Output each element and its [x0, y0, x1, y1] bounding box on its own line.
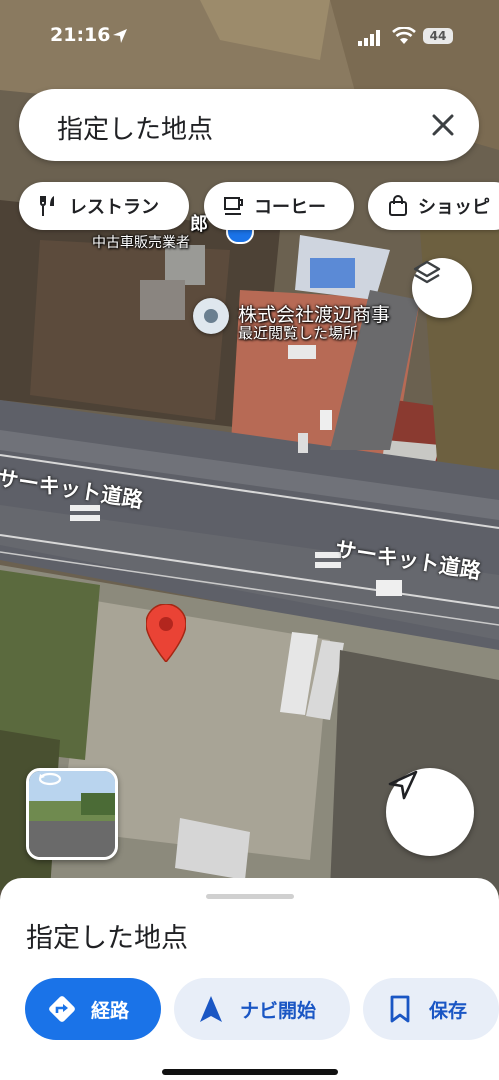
home-indicator	[162, 1069, 338, 1075]
shopping-bag-icon	[389, 195, 407, 216]
chip-shopping[interactable]: ショッピ	[368, 182, 499, 230]
navigation-icon	[200, 996, 222, 1022]
route-button[interactable]: 経路	[25, 978, 161, 1040]
save-button[interactable]: 保存	[363, 978, 499, 1040]
place-sub-label: 最近閲覧した場所	[238, 324, 359, 342]
my-location-button[interactable]	[386, 768, 474, 856]
wifi-icon	[392, 27, 416, 44]
layers-icon	[413, 260, 441, 284]
location-arrow-icon	[113, 29, 127, 43]
layers-button[interactable]	[412, 258, 472, 318]
bottom-sheet[interactable]: 指定した地点 経路 ナビ開始 保存	[0, 878, 499, 1080]
chip-restaurant-label: レストラン	[69, 197, 159, 218]
directions-icon	[49, 996, 75, 1022]
coffee-icon	[224, 197, 243, 215]
start-navigation-label: ナビ開始	[240, 999, 317, 1022]
start-navigation-button[interactable]: ナビ開始	[174, 978, 350, 1040]
chip-shopping-label: ショッピ	[418, 197, 490, 218]
fork-knife-icon	[40, 196, 54, 216]
bookmark-icon	[390, 995, 410, 1023]
map-label-dealer: 中古車販売業者	[92, 235, 190, 251]
chip-coffee-label: コーヒー	[254, 197, 326, 218]
search-query[interactable]: 指定した地点	[57, 109, 213, 146]
street-view-thumbnail[interactable]	[26, 768, 118, 860]
chip-restaurant[interactable]: レストラン	[19, 182, 189, 230]
search-bar[interactable]: 指定した地点	[19, 89, 479, 161]
navigation-arrow-icon	[388, 770, 418, 800]
status-time: 21:16	[50, 24, 111, 46]
chip-coffee[interactable]: コーヒー	[204, 182, 354, 230]
route-button-label: 経路	[91, 999, 130, 1022]
sheet-title: 指定した地点	[26, 923, 188, 954]
place-marker-icon[interactable]	[193, 298, 229, 334]
close-icon[interactable]	[429, 111, 457, 139]
sheet-drag-handle[interactable]	[206, 894, 294, 899]
status-bar: 21:16 44	[0, 0, 499, 70]
battery-indicator: 44	[423, 28, 453, 44]
rotate-360-icon	[38, 772, 62, 786]
save-button-label: 保存	[429, 999, 468, 1022]
cellular-signal-icon	[358, 30, 380, 46]
